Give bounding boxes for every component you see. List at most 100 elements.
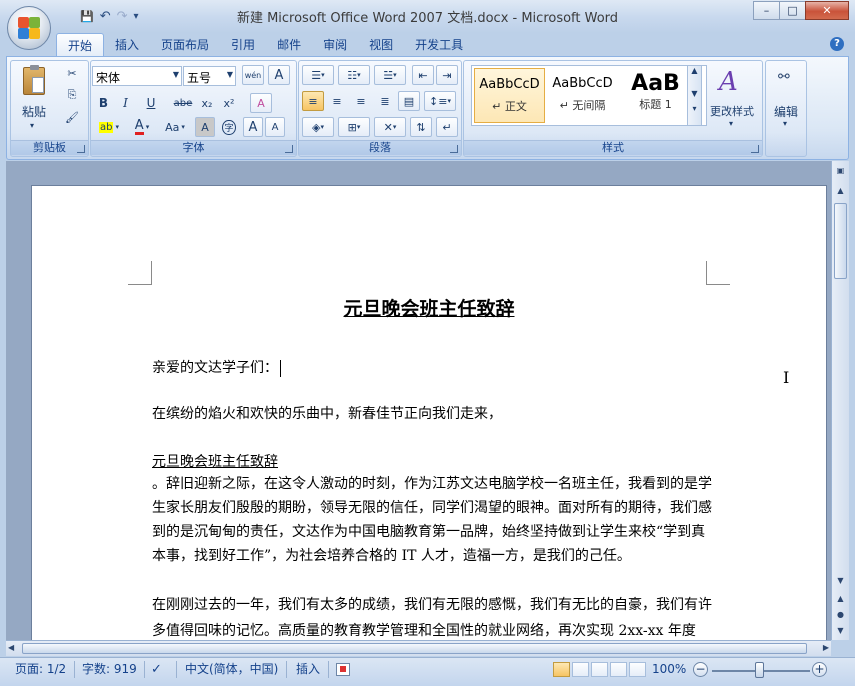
superscript-button[interactable]: x² <box>219 93 239 113</box>
scroll-up-icon[interactable]: ▲ <box>833 183 848 198</box>
document-page[interactable]: 元旦晚会班主任致辞 亲爱的文达学子们： 在缤纷的焰火和欢快的乐曲中，新春佳节正向… <box>31 185 827 640</box>
style-normal[interactable]: AaBbCcD ↵ 正文 <box>474 68 545 123</box>
align-left-icon[interactable]: ≡ <box>302 91 324 111</box>
underline-button[interactable]: U <box>138 93 164 113</box>
subscript-button[interactable]: x₂ <box>197 93 217 113</box>
chinese-layout-button[interactable]: ✕ ▾ <box>374 117 406 137</box>
minimize-button[interactable]: – <box>753 1 780 20</box>
editing-button[interactable]: ⚯ 编辑 ▾ <box>768 65 804 135</box>
style-no-spacing[interactable]: AaBbCcD ↵ 无间隔 <box>547 68 618 123</box>
macro-record-icon[interactable] <box>336 663 350 676</box>
tab-review[interactable]: 审阅 <box>312 33 358 56</box>
align-center-icon[interactable]: ≡ <box>326 91 348 111</box>
align-right-icon[interactable]: ≡ <box>350 91 372 111</box>
scroll-left-icon[interactable]: ◀ <box>8 643 14 652</box>
character-shading-button[interactable]: A <box>195 117 215 137</box>
character-border-button[interactable]: A <box>268 65 290 85</box>
scroll-down-icon[interactable]: ▼ <box>833 573 848 588</box>
scroll-down-icon[interactable]: ▼ <box>688 89 701 98</box>
print-layout-view-icon[interactable] <box>553 662 570 677</box>
draft-view-icon[interactable] <box>629 662 646 677</box>
word-count[interactable]: 字数: 919 <box>82 661 137 678</box>
border-icon: ⊞ <box>347 120 357 134</box>
document-area[interactable]: 元旦晚会班主任致辞 亲爱的文达学子们： 在缤纷的焰火和欢快的乐曲中，新春佳节正向… <box>6 161 831 640</box>
ruler-toggle-icon[interactable]: ▣ <box>833 163 848 178</box>
zoom-out-icon[interactable]: − <box>693 662 708 677</box>
tab-mailings[interactable]: 邮件 <box>266 33 312 56</box>
next-page-icon[interactable]: ▼ <box>833 623 848 638</box>
show-marks-icon[interactable]: ↵ <box>436 117 458 137</box>
borders-button[interactable]: ⊞ ▾ <box>338 117 370 137</box>
clipboard-group: 粘贴 ▾ ✂ ⎘ 🖌 剪贴板 <box>10 60 89 157</box>
copy-icon[interactable]: ⎘ <box>61 85 83 105</box>
paste-button[interactable]: 粘贴 ▾ <box>17 65 51 133</box>
italic-button[interactable]: I <box>116 93 135 113</box>
change-styles-button[interactable]: A 更改样式 ▾ <box>705 65 759 135</box>
scroll-right-icon[interactable]: ▶ <box>823 643 829 652</box>
zoom-level[interactable]: 100% <box>652 661 686 678</box>
justify-icon[interactable]: ≣ <box>374 91 396 111</box>
strikethrough-button[interactable]: abe <box>171 93 195 113</box>
tab-page-layout[interactable]: 页面布局 <box>150 33 220 56</box>
outline-view-icon[interactable] <box>610 662 627 677</box>
font-launcher-icon[interactable] <box>285 145 293 153</box>
phonetic-guide-button[interactable]: wén <box>242 65 264 85</box>
multilevel-list-button[interactable]: ☱ ▾ <box>374 65 406 85</box>
web-layout-view-icon[interactable] <box>591 662 608 677</box>
document-title: 元旦晚会班主任致辞 <box>343 298 515 320</box>
tab-home[interactable]: 开始 <box>56 33 105 56</box>
horizontal-scroll-thumb[interactable] <box>22 643 807 654</box>
numbering-icon: ☷ <box>347 68 358 82</box>
font-name-combo[interactable]: 宋体 ▼ <box>92 66 182 86</box>
increase-indent-icon[interactable]: ⇥ <box>436 65 458 85</box>
format-painter-icon[interactable]: 🖌 <box>61 107 83 127</box>
tab-references[interactable]: 引用 <box>220 33 266 56</box>
maximize-button[interactable]: □ <box>779 1 806 20</box>
tab-developer[interactable]: 开发工具 <box>404 33 474 56</box>
line-spacing-button[interactable]: ↕≡ ▾ <box>424 91 456 111</box>
proofing-icon[interactable]: ✓ <box>151 661 162 678</box>
style-heading-1[interactable]: AaB 标题 1 <box>620 68 691 123</box>
font-size-combo[interactable]: 五号 ▼ <box>183 66 236 86</box>
shading-button[interactable]: ◈ ▾ <box>302 117 334 137</box>
vertical-scroll-thumb[interactable] <box>834 203 847 279</box>
gallery-scroll[interactable]: ▲ ▼ ▾ <box>687 65 702 126</box>
zoom-in-icon[interactable]: + <box>812 662 827 677</box>
font-color-icon: A <box>134 118 144 135</box>
clear-formatting-button[interactable]: A <box>250 93 272 113</box>
sort-icon[interactable]: ⇅ <box>410 117 432 137</box>
browse-object-icon[interactable]: ● <box>833 607 848 622</box>
zoom-slider-knob[interactable] <box>755 662 764 678</box>
font-color-button[interactable]: A ▾ <box>128 117 156 137</box>
language-indicator[interactable]: 中文(简体，中国) <box>185 661 278 678</box>
grow-font-button[interactable]: A <box>243 117 263 137</box>
scroll-up-icon[interactable]: ▲ <box>688 66 701 75</box>
bullets-button[interactable]: ☰ ▾ <box>302 65 334 85</box>
gallery-more-icon[interactable]: ▾ <box>688 104 701 113</box>
horizontal-scrollbar[interactable]: ◀ ▶ <box>6 640 831 656</box>
bold-button[interactable]: B <box>94 93 113 113</box>
full-screen-reading-view-icon[interactable] <box>572 662 589 677</box>
cut-icon[interactable]: ✂ <box>61 63 83 83</box>
help-icon[interactable]: ? <box>830 37 844 51</box>
insert-mode[interactable]: 插入 <box>296 661 320 678</box>
distributed-icon[interactable]: ▤ <box>398 91 420 111</box>
vertical-scrollbar[interactable]: ▣ ▲ ▼ ▲ ● ▼ <box>831 161 849 640</box>
highlight-button[interactable]: ab ▾ <box>94 117 124 137</box>
office-button[interactable] <box>7 6 51 50</box>
shrink-font-button[interactable]: A <box>265 117 285 137</box>
decrease-indent-icon[interactable]: ⇤ <box>412 65 434 85</box>
page-count[interactable]: 页面: 1/2 <box>15 661 66 678</box>
tab-view[interactable]: 视图 <box>358 33 404 56</box>
paragraph-launcher-icon[interactable] <box>450 145 458 153</box>
clipboard-launcher-icon[interactable] <box>77 145 85 153</box>
tab-insert[interactable]: 插入 <box>104 33 150 56</box>
change-case-button[interactable]: Aa ▾ <box>160 117 190 137</box>
chevron-down-icon: ▼ <box>226 70 233 79</box>
styles-launcher-icon[interactable] <box>751 145 759 153</box>
enclose-characters-button[interactable]: 字 <box>219 117 239 137</box>
numbering-button[interactable]: ☷ ▾ <box>338 65 370 85</box>
close-button[interactable]: ✕ <box>805 1 849 20</box>
binoculars-icon: ⚯ <box>778 69 790 85</box>
previous-page-icon[interactable]: ▲ <box>833 591 848 606</box>
